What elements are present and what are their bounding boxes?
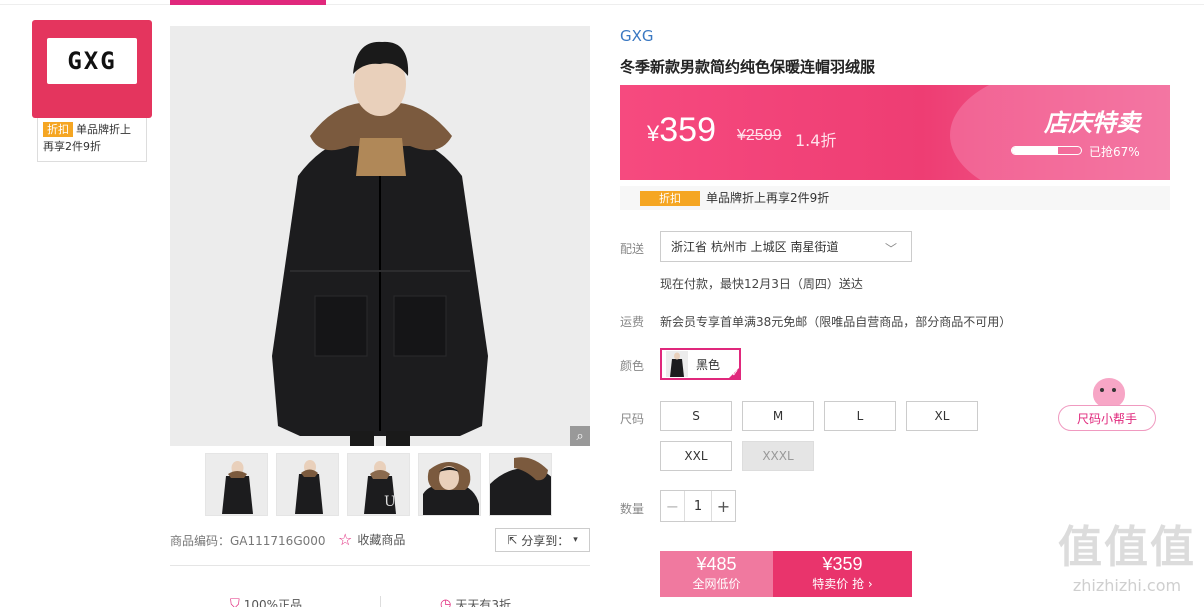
color-label: 颜色 xyxy=(620,359,645,373)
thumbnail-strip: U xyxy=(205,453,552,516)
mascot-icon xyxy=(1093,378,1125,408)
address-value: 浙江省 杭州市 上城区 南星街道 xyxy=(671,240,839,254)
current-price: ¥359 xyxy=(647,111,716,150)
share-button[interactable]: ⇱ 分享到： ▾ xyxy=(495,528,590,552)
thumbnail-5[interactable] xyxy=(489,453,552,516)
guarantee-divider xyxy=(380,596,381,607)
address-select[interactable]: 浙江省 杭州市 上城区 南星街道 ﹀ xyxy=(660,231,912,262)
size-option-xxl[interactable]: XXL xyxy=(660,441,732,471)
thumbnail-3[interactable]: U xyxy=(347,453,410,516)
buy-now-button[interactable]: ¥359 特卖价 抢 › xyxy=(773,551,912,597)
quantity-label: 数量 xyxy=(620,502,645,516)
brand-logo-card[interactable]: GXG xyxy=(32,20,152,118)
size-option-m[interactable]: M xyxy=(742,401,814,431)
watermark: 值值值 zhizhizhi.com xyxy=(1052,520,1202,607)
sold-progress-fill xyxy=(1012,147,1059,154)
guarantee-discount-label: 天天有3折 xyxy=(455,598,511,607)
thumbnail-2[interactable] xyxy=(276,453,339,516)
quantity-input[interactable]: 1 xyxy=(685,491,711,521)
watermark-url: zhizhizhi.com xyxy=(1072,576,1182,595)
lowest-price-value: ¥485 xyxy=(696,554,737,574)
lowest-price-label: 全网低价 xyxy=(692,577,741,591)
shipping-label: 运费 xyxy=(620,315,645,329)
lowest-price-button[interactable]: ¥485 全网低价 xyxy=(660,551,773,597)
currency-symbol: ¥ xyxy=(647,121,660,146)
size-helper-button[interactable]: 尺码小帮手 xyxy=(1058,378,1156,431)
size-option-xl[interactable]: XL xyxy=(906,401,978,431)
quantity-stepper: − 1 + xyxy=(660,490,736,522)
brand-promo-tag: 折扣 xyxy=(43,122,73,137)
product-sku-code: 商品编码：GA111716G000 xyxy=(170,534,326,548)
quantity-increase-button[interactable]: + xyxy=(711,491,735,521)
product-photo xyxy=(170,26,590,446)
guarantee-genuine-label: 100%正品 xyxy=(243,598,303,607)
quantity-decrease-button[interactable]: − xyxy=(661,491,685,521)
color-thumbnail xyxy=(666,351,688,377)
divider xyxy=(170,565,590,566)
promo-tag: 折扣 xyxy=(640,191,700,206)
discount-rate: 1.4折 xyxy=(795,131,837,150)
sale-price-value: ¥359 xyxy=(822,554,863,574)
color-option-black[interactable]: 黑色 ✓ xyxy=(660,348,741,380)
svg-text:U: U xyxy=(384,494,396,510)
current-price-value: 359 xyxy=(659,111,716,149)
thumbnail-1[interactable] xyxy=(205,453,268,516)
star-icon: ☆ xyxy=(338,530,353,549)
sold-progress-text: 已抢67% xyxy=(1089,145,1140,159)
brand-promo-box: 折扣 单品牌折上再享2件9折 xyxy=(37,118,147,162)
size-option-xxxl: XXXL xyxy=(742,441,814,471)
share-label: 分享到： xyxy=(521,533,570,548)
size-label: 尺码 xyxy=(620,412,645,426)
sold-progress-bar xyxy=(1011,146,1082,155)
promo-row: 折扣 单品牌折上再享2件9折 xyxy=(620,186,1170,210)
brand-logo: GXG xyxy=(47,38,137,84)
chevron-down-icon: ﹀ xyxy=(884,242,897,256)
active-tab-indicator xyxy=(170,0,326,5)
thumbnail-4[interactable] xyxy=(418,453,481,516)
shield-icon: ⛉ xyxy=(230,597,240,607)
sale-price-label: 特卖价 抢 › xyxy=(812,577,873,591)
price-banner: ¥359 ¥2599 1.4折 店庆特卖 已抢67% xyxy=(620,85,1170,180)
clock-icon: ◷ xyxy=(440,597,452,607)
share-icon: ⇱ xyxy=(507,533,518,547)
watermark-logo: 值值值 xyxy=(1058,522,1196,573)
size-option-l[interactable]: L xyxy=(824,401,896,431)
chevron-down-icon: ▾ xyxy=(573,535,578,545)
color-option-label: 黑色 xyxy=(696,357,721,372)
event-label: 店庆特卖 xyxy=(1044,109,1140,137)
shipping-note: 新会员专享首单满38元免邮（限唯品自营商品，部分商品不可用） xyxy=(660,315,1012,329)
main-product-image[interactable]: ⌕ xyxy=(170,26,590,446)
favorite-button[interactable]: ☆ 收藏商品 xyxy=(338,530,405,549)
delivery-label: 配送 xyxy=(620,242,645,256)
size-option-s[interactable]: S xyxy=(660,401,732,431)
promo-text: 单品牌折上再享2件9折 xyxy=(706,191,830,205)
favorite-label: 收藏商品 xyxy=(357,533,406,547)
size-helper-label: 尺码小帮手 xyxy=(1058,405,1156,431)
delivery-estimate: 现在付款，最快12月3日（周四）送达 xyxy=(660,277,863,291)
original-price: ¥2599 xyxy=(737,127,782,144)
brand-link[interactable]: GXG xyxy=(620,27,654,45)
zoom-icon[interactable]: ⌕ xyxy=(570,426,590,446)
product-title: 冬季新款男款简约纯色保暖连帽羽绒服 xyxy=(620,58,876,76)
guarantee-discount: ◷ 天天有3折 xyxy=(440,596,511,607)
check-icon: ✓ xyxy=(731,369,739,379)
guarantee-genuine: ⛉ 100%正品 xyxy=(230,596,302,607)
brand-logo-text: GXG xyxy=(67,47,117,75)
